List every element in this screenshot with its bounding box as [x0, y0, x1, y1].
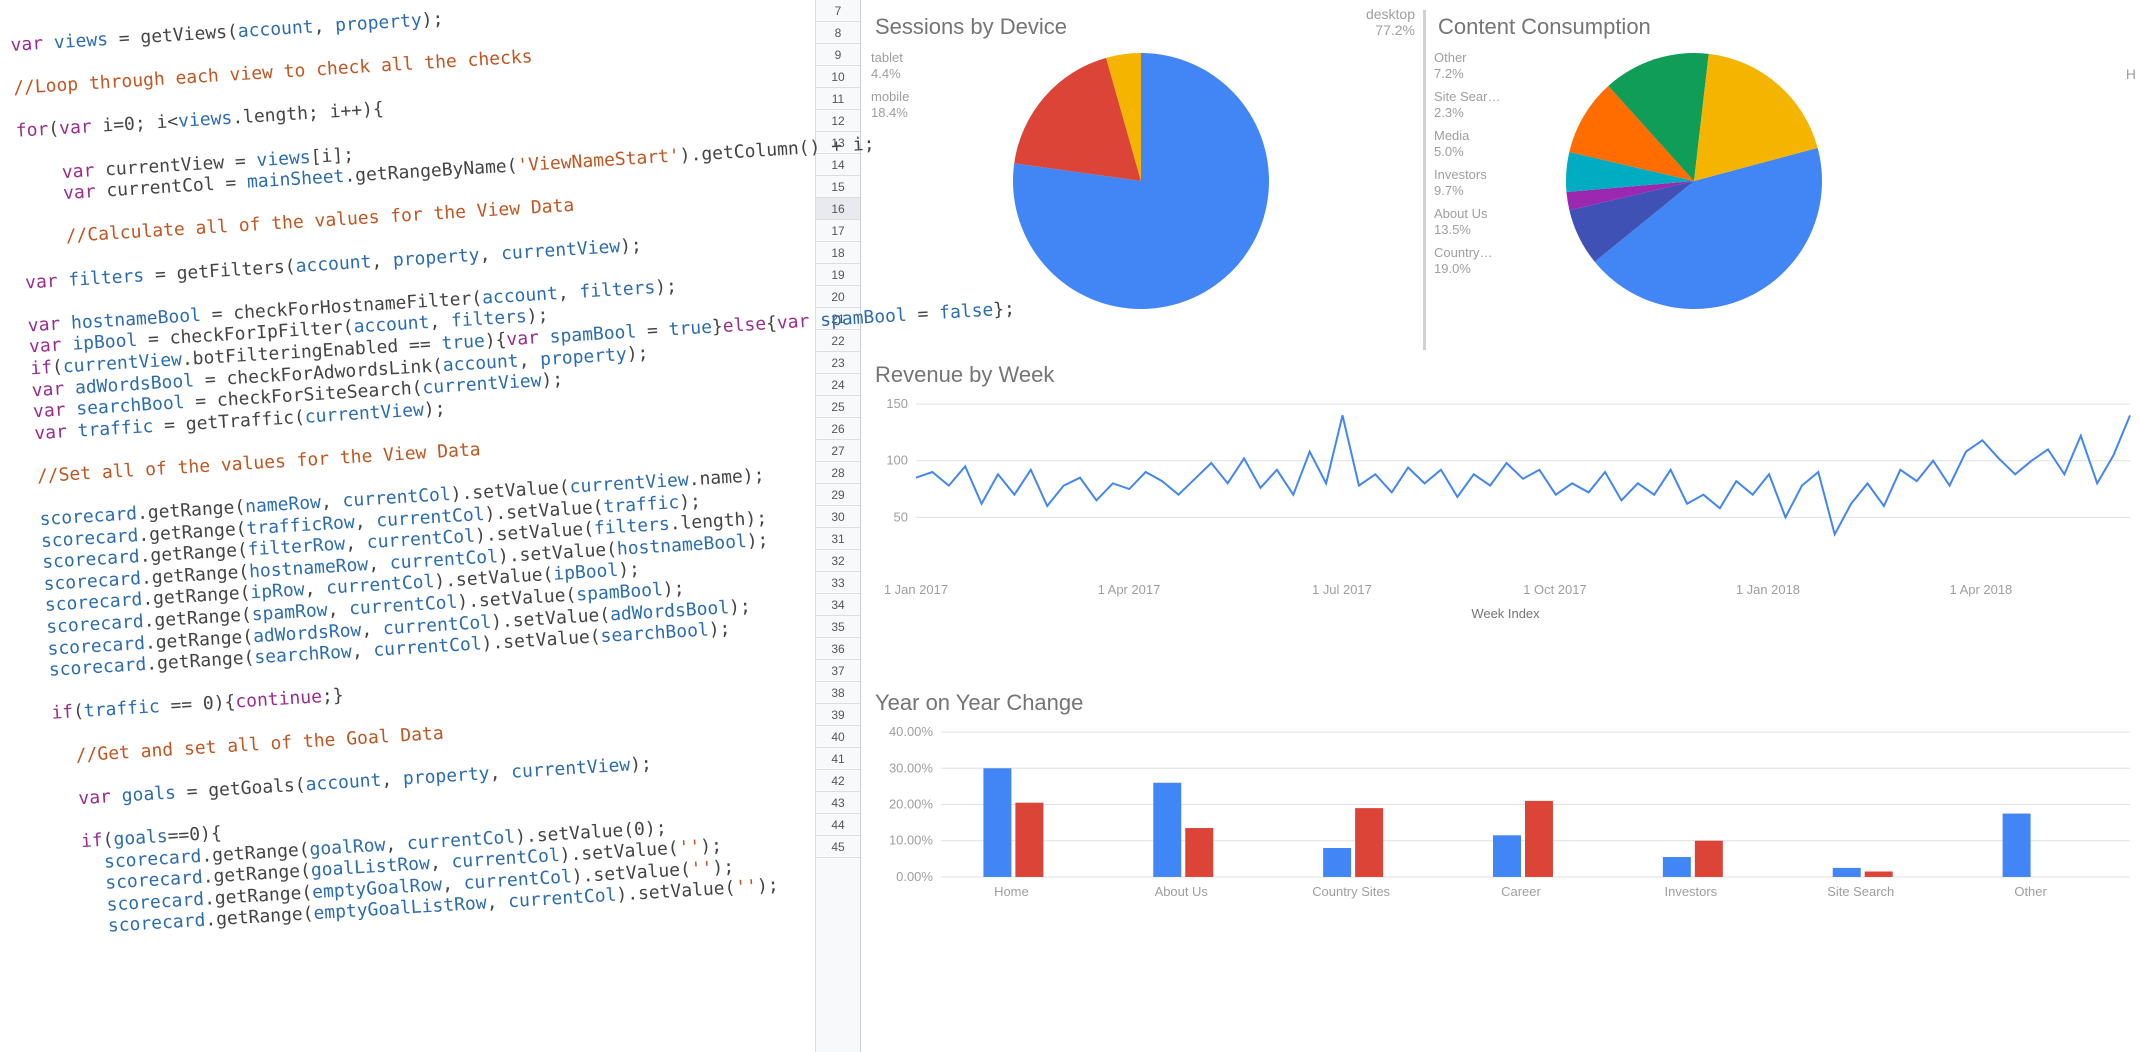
svg-text:1 Jul 2017: 1 Jul 2017 [1312, 582, 1372, 597]
svg-text:1 Oct 2017: 1 Oct 2017 [1523, 582, 1586, 597]
svg-text:Other: Other [2014, 884, 2047, 899]
svg-text:Home: Home [994, 884, 1029, 899]
pie-legend-right: H [2126, 66, 2136, 82]
chart-title: Content Consumption [1438, 14, 2140, 40]
chart-content-consumption: Content Consumption Other7.2%Site Sear…2… [1434, 10, 2140, 350]
chart-title: Year on Year Change [875, 690, 2140, 716]
dashboard-area: Sessions by Device tablet 4.4% mobile 18… [861, 0, 2140, 1052]
svg-text:About Us: About Us [1155, 884, 1209, 899]
pie-chart [991, 46, 1291, 316]
svg-text:Career: Career [1501, 884, 1541, 899]
code-editor[interactable]: var views = getViews(account, property);… [0, 0, 815, 1052]
pie-legend-right: desktop 77.2% [1366, 6, 1415, 38]
chart-yoy-change: Year on Year Change 0.00%10.00%20.00%30.… [871, 686, 2140, 1052]
line-chart: 501001501 Jan 20171 Apr 20171 Jul 20171 … [871, 394, 2140, 624]
bar-chart: 0.00%10.00%20.00%30.00%40.00%HomeAbout U… [871, 722, 2140, 902]
svg-text:Site Search: Site Search [1827, 884, 1894, 899]
svg-text:1 Jan 2018: 1 Jan 2018 [1736, 582, 1800, 597]
svg-text:1 Apr 2018: 1 Apr 2018 [1950, 582, 2013, 597]
svg-text:Week Index: Week Index [1471, 606, 1540, 621]
svg-text:Investors: Investors [1665, 884, 1718, 899]
pie-legend-left: Other7.2%Site Sear…2.3%Media5.0%Investor… [1434, 46, 1544, 284]
chart-revenue-by-week: Revenue by Week 501001501 Jan 20171 Apr … [871, 358, 2140, 678]
svg-text:1 Apr 2017: 1 Apr 2017 [1098, 582, 1161, 597]
svg-text:Country Sites: Country Sites [1312, 884, 1390, 899]
pie-chart [1544, 46, 1844, 316]
chart-title: Revenue by Week [875, 362, 2140, 388]
code-content: var views = getViews(account, property);… [10, 0, 1050, 940]
